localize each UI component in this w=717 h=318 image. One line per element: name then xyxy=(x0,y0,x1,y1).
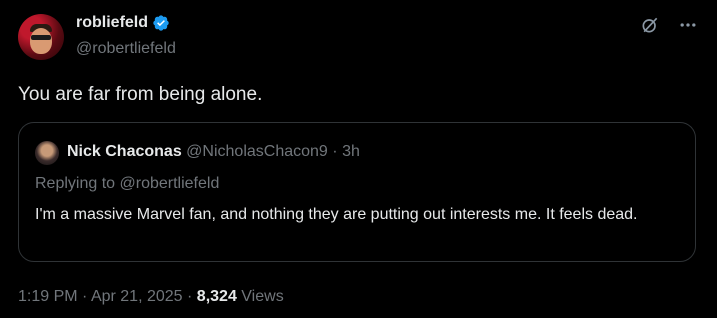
quoted-tweet[interactable]: Nick Chaconas @NicholasChacon9 · 3h Repl… xyxy=(18,122,696,262)
author-handle[interactable]: @robertliefeld xyxy=(76,40,176,58)
verified-badge-icon xyxy=(153,15,169,31)
quote-author-name[interactable]: Nick Chaconas xyxy=(67,143,182,160)
quote-text: I'm a massive Marvel fan, and nothing th… xyxy=(35,206,638,223)
tweet-time[interactable]: 1:19 PM xyxy=(18,288,78,305)
quote-replying-to: Replying to @robertliefeld xyxy=(35,175,220,192)
quote-author-handle[interactable]: @NicholasChacon9 xyxy=(186,143,328,160)
meta-separator: · xyxy=(82,288,88,305)
quote-author-avatar[interactable] xyxy=(35,141,59,165)
meta-separator-2: · xyxy=(187,288,193,305)
views-label: Views xyxy=(241,288,284,305)
grok-icon[interactable] xyxy=(639,14,661,36)
author-avatar[interactable] xyxy=(18,14,64,60)
quote-header: Nick Chaconas @NicholasChacon9 · 3h xyxy=(67,143,360,161)
avatar-face xyxy=(30,28,52,54)
more-options-icon[interactable] xyxy=(677,14,699,36)
tweet-date[interactable]: Apr 21, 2025 xyxy=(91,288,183,305)
views-count: 8,324 xyxy=(196,288,237,305)
top-actions xyxy=(639,14,699,36)
author-name-row: robliefeld xyxy=(76,14,170,32)
avatar-glasses xyxy=(31,35,51,40)
author-display-name[interactable]: robliefeld xyxy=(76,14,148,32)
tweet-meta: 1:19 PM · Apr 21, 2025 · 8,324 Views xyxy=(18,288,284,306)
tweet-text: You are far from being alone. xyxy=(18,84,263,105)
quote-time[interactable]: 3h xyxy=(342,143,360,160)
quote-separator: · xyxy=(332,143,338,160)
